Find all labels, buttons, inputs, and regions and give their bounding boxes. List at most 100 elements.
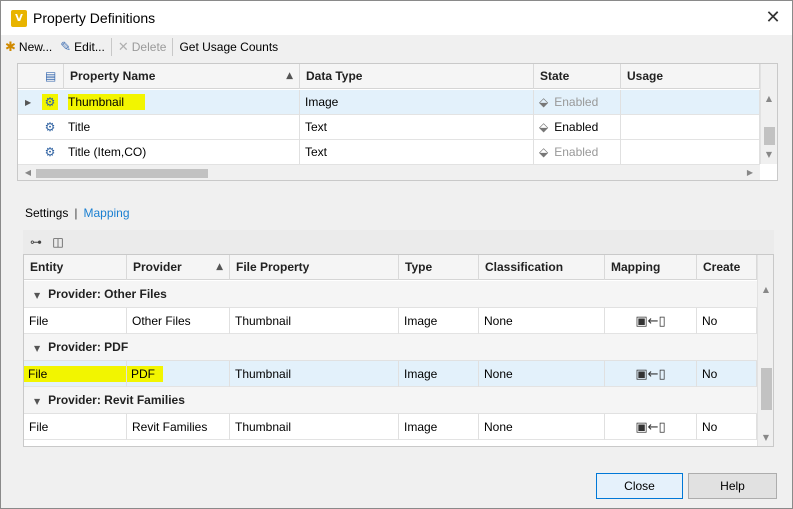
file-to-property-icon[interactable]: ▣←▯ (635, 314, 665, 329)
create-cell: No (697, 414, 757, 440)
col-usage-label: Usage (627, 69, 664, 83)
usage-label: Get Usage Counts (179, 40, 279, 54)
close-button[interactable]: Close (596, 473, 683, 499)
property-name-cell: Title (64, 115, 300, 140)
mapping-row[interactable]: File Other Files Thumbnail Image None ▣←… (24, 308, 757, 334)
type-cell: Image (399, 414, 479, 440)
window-title: Property Definitions (33, 10, 156, 26)
col-state[interactable]: State (534, 64, 621, 89)
entity-cell: File (24, 361, 127, 387)
col-entity[interactable]: Entity (24, 255, 127, 280)
property-name-cell: Thumbnail (64, 90, 300, 115)
tab-settings[interactable]: Settings (25, 206, 68, 220)
data-type-cell: Text (300, 140, 534, 165)
property-row-thumbnail[interactable]: ▶ ⚙ Thumbnail Image ⬙ Enabled (18, 90, 760, 115)
tab-mapping[interactable]: Mapping (83, 206, 129, 220)
close-icon[interactable]: ✕ (762, 7, 784, 29)
col-usage[interactable]: Usage (621, 64, 760, 89)
mapping-grid: Entity Provider ▲ File Property Type Cla… (23, 254, 774, 447)
property-definitions-dialog: V Property Definitions ✕ ✱ New... ✎ Edit… (0, 0, 793, 509)
col-create[interactable]: Create (697, 255, 757, 280)
highlight-mark (127, 94, 146, 110)
state-text: Enabled (554, 120, 599, 134)
col-file-property[interactable]: File Property (230, 255, 399, 280)
usage-cell (621, 140, 760, 165)
scroll-down-icon[interactable]: ▼ (758, 429, 773, 446)
scroll-thumb[interactable] (761, 368, 772, 410)
tab-separator: | (74, 206, 78, 220)
col-classification[interactable]: Classification (479, 255, 605, 280)
tree-view-icon[interactable]: ⊶ (27, 233, 45, 251)
col-mapping-label: Mapping (611, 260, 661, 274)
scroll-down-icon[interactable]: ▼ (761, 146, 777, 163)
group-row-other-files[interactable]: ▼ Provider: Other Files (24, 281, 757, 308)
col-provider[interactable]: Provider ▲ (127, 255, 230, 280)
file-property-cell: Thumbnail (230, 414, 399, 440)
panel-layout-icon[interactable]: ◫ (49, 233, 67, 251)
group-row-revit-families[interactable]: ▼ Provider: Revit Families (24, 387, 757, 414)
property-row-title-item-co[interactable]: ⚙ Title (Item,CO) Text ⬙ Enabled (18, 140, 760, 165)
state-text: Enabled (554, 95, 599, 109)
col-provider-label: Provider (133, 260, 182, 274)
col-data-type[interactable]: Data Type (300, 64, 534, 89)
new-button[interactable]: ✱ New... (1, 36, 56, 58)
collapse-icon[interactable]: ▼ (34, 397, 40, 406)
property-grid: ▤ Property Name ▲ Data Type State Usage … (17, 63, 778, 181)
scroll-left-icon[interactable]: ◀ (20, 165, 36, 180)
classification-cell: None (479, 361, 605, 387)
provider-text: PDF (127, 366, 163, 382)
scroll-thumb[interactable] (764, 127, 775, 145)
file-to-property-icon[interactable]: ▣←▯ (635, 367, 665, 382)
property-grid-horizontal-scrollbar[interactable]: ◀ ▶ (18, 164, 760, 180)
scroll-up-icon[interactable]: ▲ (761, 90, 777, 107)
file-property-cell: Thumbnail (230, 361, 399, 387)
col-mapping[interactable]: Mapping (605, 255, 697, 280)
col-type-label: Type (405, 260, 433, 274)
state-text: Enabled (554, 145, 599, 159)
sort-ascending-icon: ▲ (286, 71, 293, 81)
col-type[interactable]: Type (399, 255, 479, 280)
help-button[interactable]: Help (688, 473, 777, 499)
col-file-property-label: File Property (236, 260, 310, 274)
col-icon-header[interactable]: ▤ (18, 64, 64, 89)
toolbar-separator (172, 38, 174, 56)
state-cell: ⬙ Enabled (534, 115, 621, 140)
usage-cell (621, 115, 760, 140)
data-type-cell: Text (300, 115, 534, 140)
collapse-icon[interactable]: ▼ (34, 344, 40, 353)
usage-cell (621, 90, 760, 115)
current-row-indicator-icon: ▶ (25, 98, 32, 107)
scroll-up-icon[interactable]: ▲ (758, 281, 773, 298)
type-cell: Image (399, 361, 479, 387)
property-icon: ⚙ (44, 145, 56, 159)
mapping-grid-vertical-scrollbar[interactable]: ▲ ▼ (757, 255, 773, 446)
group-row-pdf[interactable]: ▼ Provider: PDF (24, 334, 757, 361)
edit-button[interactable]: ✎ Edit... (56, 36, 109, 58)
col-entity-label: Entity (30, 260, 64, 274)
new-icon: ✱ (5, 39, 16, 55)
provider-cell: PDF (127, 361, 230, 387)
property-grid-vertical-scrollbar[interactable]: ▲ ▼ (760, 64, 777, 164)
scroll-right-icon[interactable]: ▶ (742, 165, 758, 180)
mapping-row-selected[interactable]: File PDF Thumbnail Image None ▣←▯ No (24, 361, 757, 387)
property-row-title[interactable]: ⚙ Title Text ⬙ Enabled (18, 115, 760, 140)
create-cell: No (697, 308, 757, 334)
mapping-row[interactable]: File Revit Families Thumbnail Image None… (24, 414, 757, 440)
new-label: New... (18, 40, 53, 54)
entity-text: File (24, 366, 126, 382)
col-property-name[interactable]: Property Name ▲ (64, 64, 300, 89)
toolbar-separator (110, 38, 112, 56)
get-usage-counts-button[interactable]: Get Usage Counts (175, 36, 282, 58)
property-icon: ⚙ (44, 120, 56, 134)
col-classification-label: Classification (485, 260, 564, 274)
mapping-grid-header: Entity Provider ▲ File Property Type Cla… (24, 255, 757, 280)
scroll-thumb[interactable] (36, 169, 208, 178)
file-to-property-icon[interactable]: ▣←▯ (635, 420, 665, 435)
group-label: Provider: Other Files (48, 287, 167, 301)
vault-app-icon: V (11, 9, 27, 27)
create-cell: No (697, 361, 757, 387)
delete-button[interactable]: ✕ Delete (114, 36, 171, 58)
collapse-icon[interactable]: ▼ (34, 291, 40, 300)
property-name-cell: Title (Item,CO) (64, 140, 300, 165)
col-data-type-label: Data Type (306, 69, 363, 83)
